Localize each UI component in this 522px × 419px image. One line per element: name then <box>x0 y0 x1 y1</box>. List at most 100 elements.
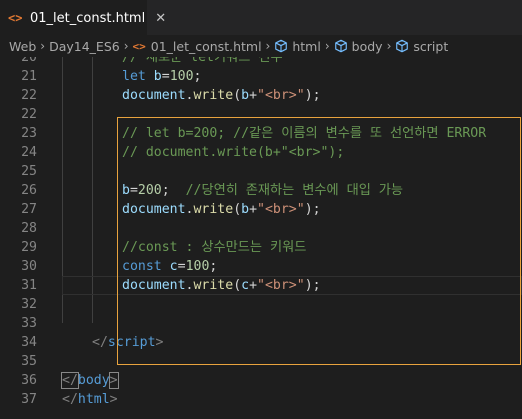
code-line[interactable]: 35 <box>0 352 522 371</box>
code-token: // 새로운 let키워드 선두 <box>122 57 283 65</box>
code-token: ( <box>233 202 242 217</box>
code-token: </ <box>92 335 108 350</box>
code-token: + <box>249 202 258 217</box>
code-text: b=200; //당연히 존재하는 변수에 대입 가능 <box>122 181 403 200</box>
code-editor[interactable]: 20// 새로운 let키워드 선두 21 let b=100; 22 document… <box>0 57 522 419</box>
code-token: b <box>153 69 162 84</box>
code-text: // let b=200; //같은 이름의 변수를 또 선언하면 ERROR <box>122 124 486 143</box>
code-text: document.write(c+"<br>"); <box>122 276 321 295</box>
code-line[interactable]: 23 // let b=200; //같은 이름의 변수를 또 선언하면 ERRO… <box>0 124 522 143</box>
breadcrumb-item-web[interactable]: Web <box>9 39 36 54</box>
line-number: 33 <box>21 316 37 331</box>
tab-bar: <> 01_let_const.html ✕ <box>0 0 522 35</box>
breadcrumb-label: body <box>351 38 383 54</box>
code-token: b <box>122 183 130 198</box>
code-line[interactable]: 26 b=200; //당연히 존재하는 변수에 대입 가능 <box>0 181 522 200</box>
code-text: </html> <box>62 390 118 409</box>
code-token: "<br>" <box>257 88 305 103</box>
chevron-right-icon: › <box>123 39 129 53</box>
code-token: // let b=200; //같은 이름의 변수를 또 선언하면 ERROR <box>122 126 487 141</box>
html-file-icon: <> <box>132 39 146 53</box>
cube-icon <box>395 39 409 53</box>
breadcrumb-item-file[interactable]: <> 01_let_const.html <box>133 39 262 54</box>
code-token: ; <box>161 183 186 198</box>
code-text: document.write(b+"<br>"); <box>122 200 321 219</box>
breadcrumb-item-day14[interactable]: Day14_ES6 <box>49 39 120 54</box>
line-number: 32 <box>21 297 37 312</box>
code-text: const c=100; <box>122 257 217 276</box>
code-token: 200 <box>137 183 162 198</box>
cube-icon <box>334 39 348 53</box>
code-line[interactable]: 32 <box>0 295 522 314</box>
code-token: > <box>108 372 119 389</box>
line-number: 30 <box>21 259 37 274</box>
code-text: document.write(b+"<br>"); <box>122 86 321 105</box>
code-token: let <box>122 69 146 84</box>
code-token: //const : 상수만드는 키워드 <box>122 240 307 255</box>
code-token: const <box>122 259 162 274</box>
breadcrumb-label: html <box>292 38 321 54</box>
line-number: 34 <box>21 335 37 350</box>
breadcrumb: Web › Day14_ES6 › <> 01_let_const.html ›… <box>0 35 522 57</box>
code-token: b <box>241 88 250 103</box>
breadcrumb-item-script[interactable]: script <box>395 39 448 54</box>
code-token: ); <box>304 202 321 217</box>
code-line[interactable]: 37 </html> <box>0 390 522 409</box>
code-line[interactable]: 27 document.write(b+"<br>"); <box>0 200 522 219</box>
line-number: 26 <box>21 183 37 198</box>
code-line[interactable]: 22 <box>0 105 522 124</box>
code-line[interactable]: 22 document.write(b+"<br>"); <box>0 86 522 105</box>
chevron-right-icon: › <box>40 39 46 53</box>
line-number: 28 <box>21 221 37 236</box>
code-token: script <box>107 335 156 350</box>
code-token: ( <box>233 278 242 293</box>
code-token: 100 <box>185 259 210 274</box>
code-line[interactable]: 29 //const : 상수만드는 키워드 <box>0 238 522 257</box>
code-token: "<br>" <box>257 278 305 293</box>
editor-tab[interactable]: <> 01_let_const.html ✕ <box>0 0 166 35</box>
code-line[interactable]: 33 <box>0 314 522 333</box>
close-icon[interactable]: ✕ <box>155 11 166 26</box>
code-token: > <box>109 392 118 407</box>
chevron-right-icon: › <box>386 39 392 53</box>
breadcrumb-item-body[interactable]: body <box>334 39 383 54</box>
code-line[interactable]: 28 <box>0 219 522 238</box>
line-number: 27 <box>21 202 37 217</box>
code-token: 100 <box>169 69 194 84</box>
code-token: c <box>241 278 250 293</box>
code-text: let b=100; <box>122 67 201 86</box>
line-number: 31 <box>21 278 37 293</box>
code-line[interactable]: 30 const c=100; <box>0 257 522 276</box>
breadcrumb-item-html[interactable]: html <box>274 38 321 54</box>
code-token: ( <box>233 88 242 103</box>
line-number: 24 <box>21 145 37 160</box>
breadcrumb-label: Day14_ES6 <box>49 38 120 54</box>
code-token: b <box>241 202 250 217</box>
code-line[interactable]: 36 </body> <box>0 371 522 390</box>
code-token: document <box>122 202 186 217</box>
code-line[interactable]: 21 let b=100; <box>0 67 522 86</box>
tab-label: 01_let_const.html <box>30 10 146 26</box>
code-line[interactable]: 20 // 새로운 let키워드 선두 <box>0 57 522 67</box>
code-token: = <box>129 183 138 198</box>
code-token: + <box>249 278 258 293</box>
line-number: 36 <box>21 373 37 388</box>
code-line[interactable]: 34 </script> <box>0 333 522 352</box>
line-number: 22 <box>21 88 37 103</box>
code-token: document <box>122 88 186 103</box>
code-token: + <box>249 88 258 103</box>
code-token: write <box>193 202 234 217</box>
chevron-right-icon: › <box>265 39 271 53</box>
code-line[interactable]: 24 // document.write(b+"<br>"); <box>0 143 522 162</box>
code-token: //당연히 존재하는 변수에 대입 가능 <box>185 183 404 198</box>
code-text: // 새로운 let키워드 선두 <box>122 57 283 67</box>
code-text: // document.write(b+"<br>"); <box>122 143 344 162</box>
code-line[interactable]: 31 document.write(c+"<br>"); <box>0 276 522 295</box>
cube-icon <box>274 39 288 53</box>
breadcrumb-label: Web <box>9 38 37 54</box>
breadcrumb-label: script <box>413 38 449 54</box>
html-file-icon: <> <box>8 11 23 25</box>
code-line[interactable]: 25 <box>0 162 522 181</box>
